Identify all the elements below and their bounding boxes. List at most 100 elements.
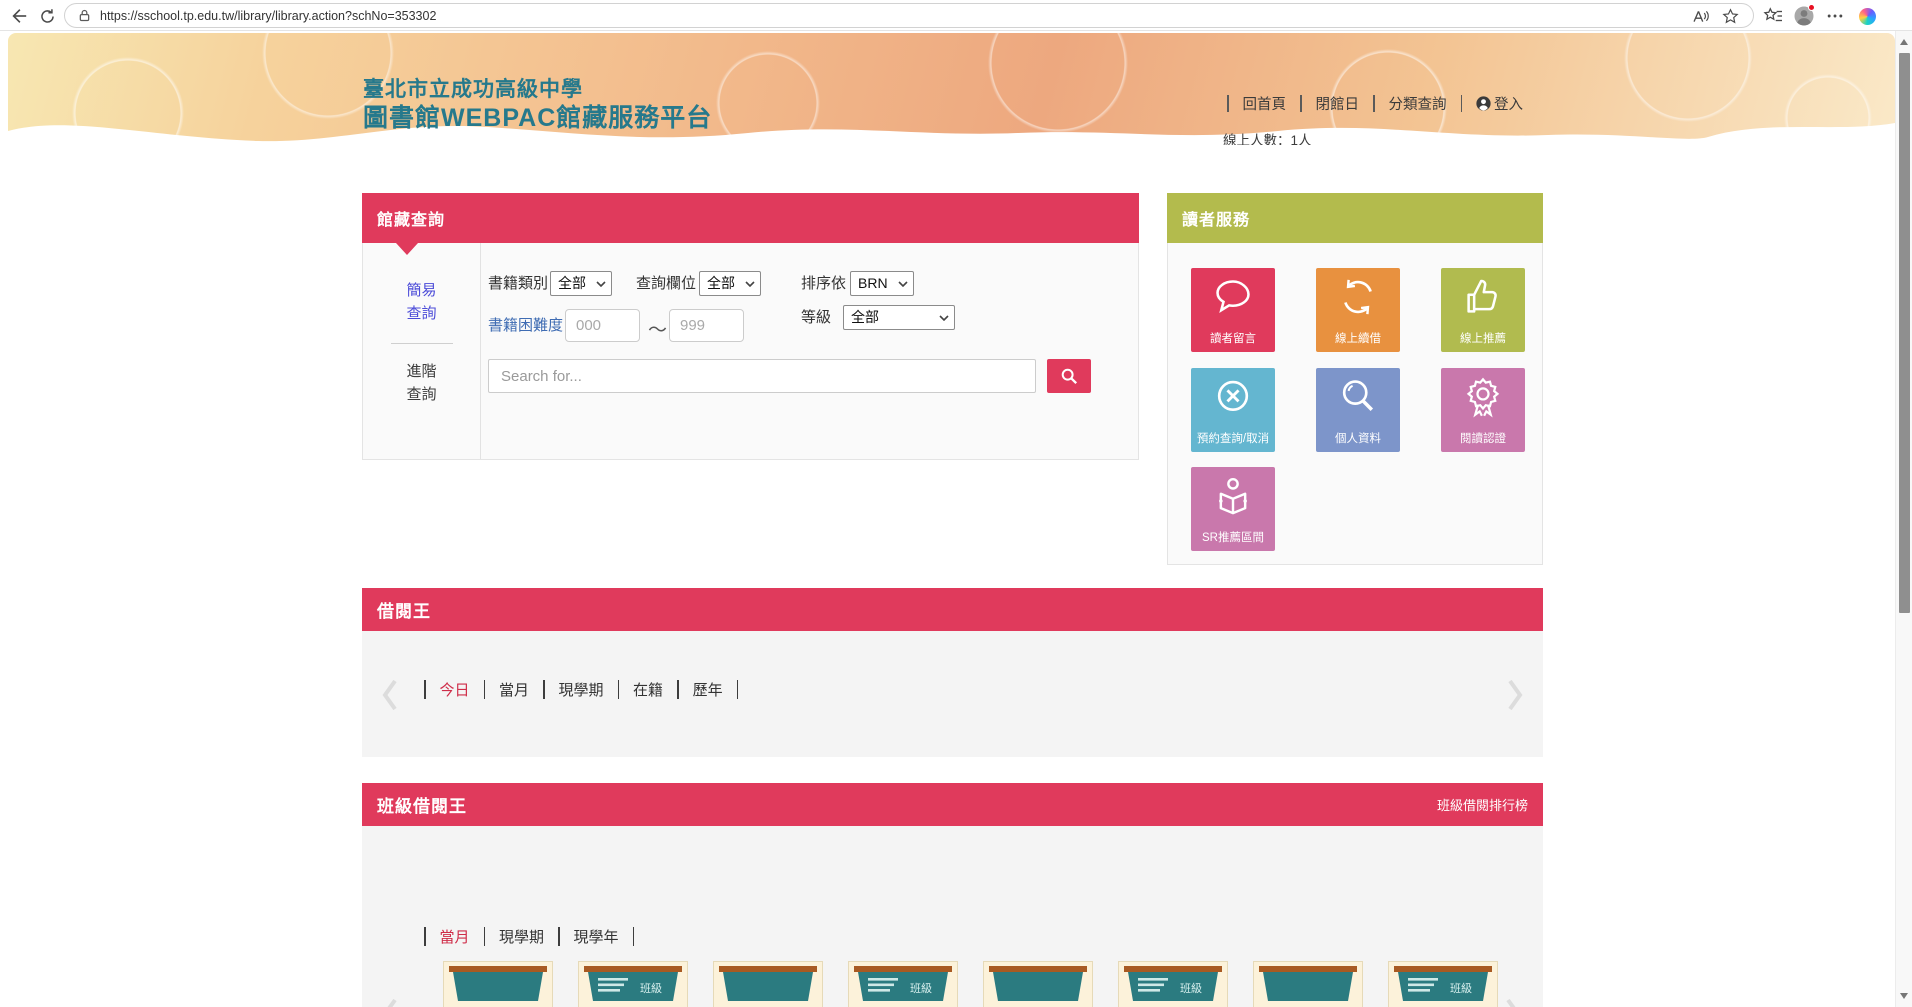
copilot-icon[interactable] [1856, 5, 1878, 27]
class-borrow-king-title: 班級借閱王 [377, 792, 467, 817]
carousel-prev-icon[interactable] [380, 996, 400, 1007]
svg-text:班級: 班級 [910, 982, 932, 995]
search-button[interactable] [1047, 359, 1091, 393]
service-online-recommend[interactable]: 線上推薦 [1441, 268, 1525, 352]
svg-text:班級: 班級 [640, 982, 662, 995]
site-title: 臺北市立成功高級中學 圖書館WEBPAC館藏服務平台 [363, 77, 712, 135]
nav-home-link[interactable]: 回首頁 [1243, 93, 1287, 114]
favorite-star-icon[interactable] [1722, 8, 1739, 30]
scrollbar-thumb[interactable] [1899, 53, 1910, 613]
catalog-search-header: 館藏查詢 [362, 193, 1139, 243]
difficulty-max-input[interactable] [669, 309, 744, 342]
borrow-king-title: 借閱王 [377, 597, 431, 622]
address-bar[interactable]: https://sschool.tp.edu.tw/library/librar… [64, 3, 1754, 28]
tab-simple-search[interactable]: 簡易 查詢 [363, 279, 480, 325]
catalog-search-panel: 館藏查詢 簡易 查詢 進階 查詢 書籍類別 全部 查詢欄位 [362, 193, 1139, 460]
class-borrow-king-section: 班級借閱王 班級借閱排行榜 當月 現學期 現學年 班級 班級 [362, 783, 1543, 1007]
reader-services-body: 讀者留言 線上續借 線上推薦 預約查詢/取消 個人資料 閱讀認證 [1167, 243, 1543, 565]
svg-text:班級: 班級 [1450, 982, 1472, 995]
tab-class-current-year[interactable]: 現學年 [574, 926, 619, 947]
reader-services-panel: 讀者服務 讀者留言 線上續借 線上推薦 預約查詢/取消 個人資料 [1167, 193, 1543, 565]
school-name: 臺北市立成功高級中學 [363, 77, 712, 103]
borrow-king-body: 今日 當月 現學期 在籍 歷年 [362, 631, 1543, 757]
category-select[interactable]: 全部 [550, 271, 612, 296]
notification-dot [1808, 4, 1815, 11]
carousel-prev-icon[interactable] [380, 677, 400, 718]
difficulty-label[interactable]: 書籍困難度 [488, 309, 563, 342]
tab-today[interactable]: 今日 [440, 679, 470, 700]
class-cover-card[interactable]: 班級 [1118, 961, 1228, 1007]
tab-advanced-search[interactable]: 進階 查詢 [363, 360, 480, 406]
class-cover-card[interactable]: 班級 [848, 961, 958, 1007]
difficulty-min-input[interactable] [565, 309, 640, 342]
category-label: 書籍類別 [488, 271, 548, 296]
chevron-down-icon [939, 315, 949, 321]
catalog-search-body: 簡易 查詢 進階 查詢 書籍類別 全部 查詢欄位 全部 排序依 [362, 243, 1139, 460]
search-icon [1060, 367, 1078, 385]
class-cover-card[interactable]: 班級 [443, 961, 553, 1007]
cancel-circle-icon [1212, 376, 1254, 418]
level-select[interactable]: 全部 [843, 305, 955, 330]
class-ranking-link[interactable]: 班級借閱排行榜 [1437, 795, 1528, 814]
reader-services-title: 讀者服務 [1182, 206, 1250, 230]
service-sr-recommend-range[interactable]: SR推薦區間 [1191, 467, 1275, 551]
nav-closed-days-link[interactable]: 閉館日 [1316, 93, 1360, 114]
range-tilde: ～ [648, 315, 667, 342]
platform-name: 圖書館WEBPAC館藏服務平台 [363, 103, 712, 134]
search-field-select[interactable]: 全部 [699, 271, 761, 296]
class-cover-card[interactable]: 班級 [983, 961, 1093, 1007]
online-users: 線上人數：1人 [1223, 130, 1342, 145]
site-stats: 線上人數：1人 點閱累計：44203人 [1223, 130, 1342, 145]
magnifier-icon [1337, 376, 1379, 418]
borrow-king-header: 借閱王 [362, 588, 1543, 631]
chevron-down-icon [596, 281, 606, 287]
service-online-renewal[interactable]: 線上續借 [1316, 268, 1400, 352]
tab-divider [391, 343, 453, 344]
class-cover-card[interactable]: 班級 [1388, 961, 1498, 1007]
search-mode-tabs: 簡易 查詢 進階 查詢 [363, 243, 481, 459]
class-cover-card[interactable]: 班級 [713, 961, 823, 1007]
thumb-up-icon [1462, 276, 1504, 318]
tab-current-semester[interactable]: 現學期 [559, 679, 604, 700]
sort-by-select[interactable]: BRN [850, 271, 914, 296]
sort-by-label: 排序依 [801, 271, 846, 296]
nav-login-link[interactable]: 登入 [1476, 93, 1523, 114]
page-scrollbar[interactable] [1895, 31, 1912, 1007]
favorites-bar-icon[interactable] [1762, 5, 1784, 27]
login-label: 登入 [1494, 93, 1523, 114]
nav-category-search-link[interactable]: 分類查詢 [1389, 93, 1447, 114]
tab-all-years[interactable]: 歷年 [693, 679, 723, 700]
service-personal-info[interactable]: 個人資料 [1316, 368, 1400, 452]
class-borrow-king-tabs: 當月 現學期 現學年 [410, 926, 648, 947]
search-input[interactable] [488, 359, 1036, 393]
scrollbar-down-icon[interactable] [1900, 993, 1908, 999]
speech-bubble-icon [1212, 276, 1254, 318]
profile-avatar[interactable] [1793, 5, 1815, 27]
browser-menu-icon[interactable] [1824, 5, 1846, 27]
class-cover-card[interactable]: 班級 [1253, 961, 1363, 1007]
refresh-icon[interactable] [36, 5, 58, 27]
service-reader-messages[interactable]: 讀者留言 [1191, 268, 1275, 352]
back-icon[interactable] [8, 5, 30, 27]
active-tab-pointer [396, 243, 418, 255]
class-cover-card[interactable]: 班級 [578, 961, 688, 1007]
reader-services-header: 讀者服務 [1167, 193, 1543, 243]
borrow-king-section: 借閱王 今日 當月 現學期 在籍 歷年 [362, 588, 1543, 757]
class-borrow-king-body: 當月 現學期 現學年 班級 班級 班級 班級 班級 班級 班級 班級 [362, 826, 1543, 1007]
carousel-next-icon[interactable] [1505, 677, 1525, 718]
service-reading-certification[interactable]: 閱讀認證 [1441, 368, 1525, 452]
service-reservation-cancel[interactable]: 預約查詢/取消 [1191, 368, 1275, 452]
page: https://sschool.tp.edu.tw/library/librar… [0, 0, 1912, 1007]
carousel-next-icon[interactable] [1503, 996, 1523, 1007]
browser-toolbar: https://sschool.tp.edu.tw/library/librar… [0, 0, 1912, 31]
lock-icon [77, 8, 92, 23]
tab-class-current-month[interactable]: 當月 [440, 926, 470, 947]
scrollbar-up-icon[interactable] [1900, 39, 1908, 45]
chevron-down-icon [745, 281, 755, 287]
read-aloud-icon[interactable] [1691, 8, 1709, 30]
tab-class-current-semester[interactable]: 現學期 [499, 926, 544, 947]
header-nav: 回首頁 閉館日 分類查詢 登入 [1213, 93, 1523, 114]
site-header-banner: 臺北市立成功高級中學 圖書館WEBPAC館藏服務平台 回首頁 閉館日 分類查詢 … [8, 33, 1895, 145]
tab-current-month[interactable]: 當月 [499, 679, 529, 700]
tab-enrolled[interactable]: 在籍 [633, 679, 663, 700]
